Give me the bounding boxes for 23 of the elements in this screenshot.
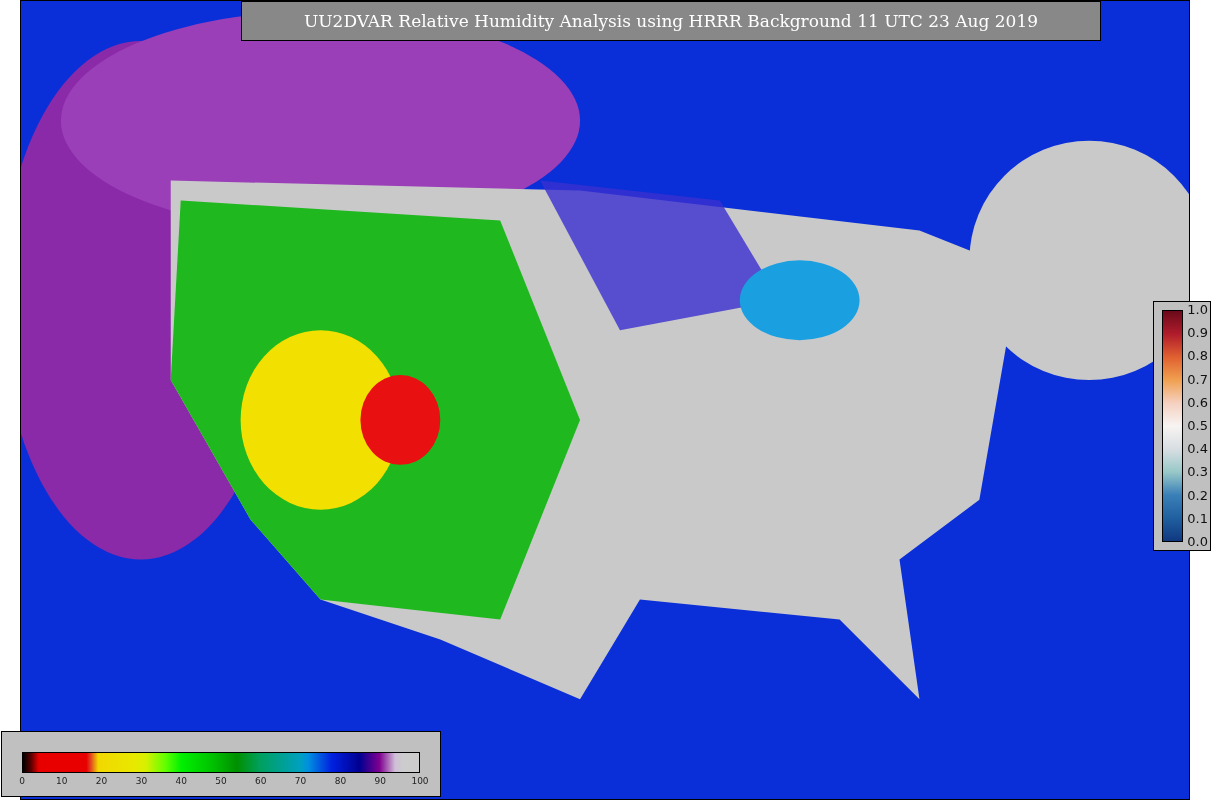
colorbar-tick-label: 60 — [255, 776, 267, 786]
colorbar-tick-label: 0.4 — [1187, 441, 1208, 458]
colorbar-tick-label: 0.6 — [1187, 394, 1208, 411]
colorbar-tick-label: 0.1 — [1187, 510, 1208, 527]
colorbar-tick-label: 0.3 — [1187, 464, 1208, 481]
colorbar-tick-label: 0.5 — [1187, 417, 1208, 434]
colorbar-tick-label: 1.0 — [1187, 302, 1208, 318]
colorbar-tick-label: 0.7 — [1187, 371, 1208, 388]
colorbar-tick-label: 30 — [135, 776, 148, 786]
colorbar-tick-label: 10 — [56, 776, 68, 786]
colorbar-tick-label: 70 — [294, 776, 307, 786]
colorbar-tick-label: 100 — [411, 776, 429, 786]
colorbar-tick-label: 90 — [374, 776, 386, 786]
colorbar-tick-label: 0.9 — [1187, 325, 1208, 342]
colorbar-tick-label: 0.2 — [1187, 487, 1208, 504]
colorbar-tick-label: 80 — [334, 776, 347, 786]
colorbar-tick-label: 0 — [19, 776, 25, 786]
colorbar-tick-label: 0.8 — [1187, 348, 1208, 365]
colorbar-tick-label: 50 — [215, 776, 227, 786]
colorbar-tick-label: 20 — [95, 776, 108, 786]
colorbar-tick-label: 0.0 — [1187, 533, 1208, 550]
colorbar-tick-label: 40 — [175, 776, 187, 786]
map-title: UU2DVAR Relative Humidity Analysis using HRRR Background 11 UTC 23 Aug 2019 — [241, 1, 1101, 41]
